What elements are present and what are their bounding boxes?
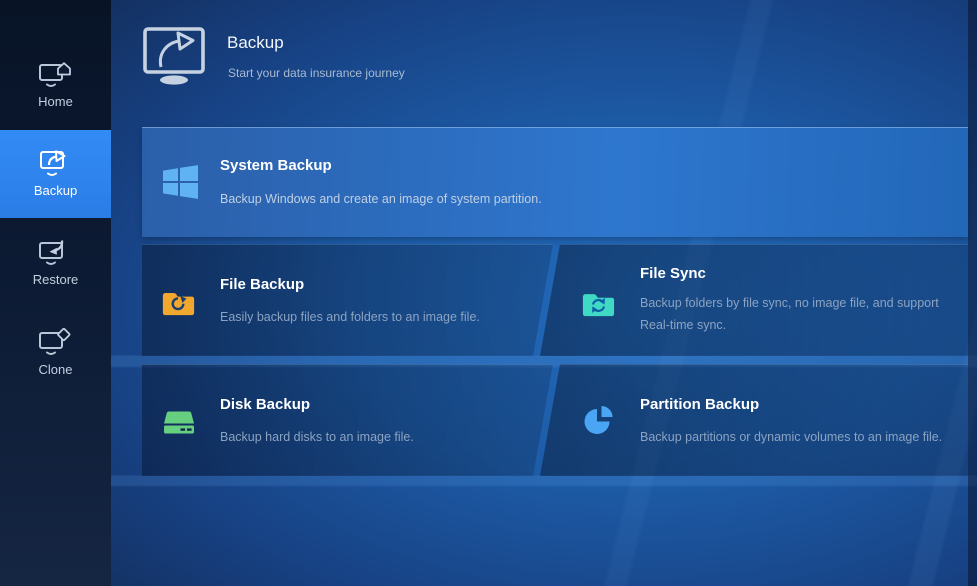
sidebar-item-backup[interactable]: Backup [0, 130, 111, 218]
backup-page-icon [142, 26, 208, 88]
windows-logo-icon [160, 162, 200, 202]
sidebar-item-home[interactable]: Home [0, 44, 111, 132]
folder-refresh-icon [160, 285, 197, 321]
hard-disk-icon [160, 405, 198, 440]
sidebar-item-label: Restore [0, 272, 111, 287]
sidebar-item-label: Clone [0, 362, 111, 377]
folder-sync-icon [580, 288, 617, 322]
card-title: File Sync [640, 265, 706, 282]
main-content: Backup Start your data insurance journey… [111, 0, 977, 586]
disk-backup-card[interactable]: Disk Backup Backup hard disks to an imag… [142, 364, 553, 476]
card-description: Easily backup files and folders to an im… [220, 306, 480, 328]
sidebar-item-label: Home [0, 94, 111, 109]
sidebar: Home Backup Re [0, 0, 111, 586]
monitor-share-icon [38, 148, 72, 180]
monitor-home-icon [38, 60, 72, 92]
sidebar-item-clone[interactable]: Clone [0, 312, 111, 400]
file-backup-card[interactable]: File Backup Easily backup files and fold… [142, 244, 553, 356]
monitor-clone-icon [38, 328, 72, 360]
card-description: Backup folders by file sync, no image fi… [640, 292, 962, 336]
card-title: Partition Backup [640, 396, 759, 413]
app-window: Backup Start your data insurance journey… [0, 0, 977, 586]
monitor-restore-icon [38, 238, 72, 270]
page-subtitle: Start your data insurance journey [228, 66, 405, 80]
partition-backup-card[interactable]: Partition Backup Backup partitions or dy… [540, 364, 968, 476]
page-title: Backup [227, 33, 284, 53]
card-title: System Backup [220, 157, 332, 174]
pie-chart-icon [580, 402, 618, 440]
right-edge-strip [968, 0, 977, 586]
sidebar-item-label: Backup [0, 183, 111, 198]
card-description: Backup Windows and create an image of sy… [220, 188, 542, 210]
card-title: File Backup [220, 276, 304, 293]
system-backup-card[interactable]: System Backup Backup Windows and create … [142, 127, 968, 237]
card-description: Backup partitions or dynamic volumes to … [640, 426, 977, 448]
file-sync-card[interactable]: File Sync Backup folders by file sync, n… [540, 244, 968, 356]
card-title: Disk Backup [220, 396, 310, 413]
sidebar-item-restore[interactable]: Restore [0, 222, 111, 310]
card-description: Backup hard disks to an image file. [220, 426, 414, 448]
